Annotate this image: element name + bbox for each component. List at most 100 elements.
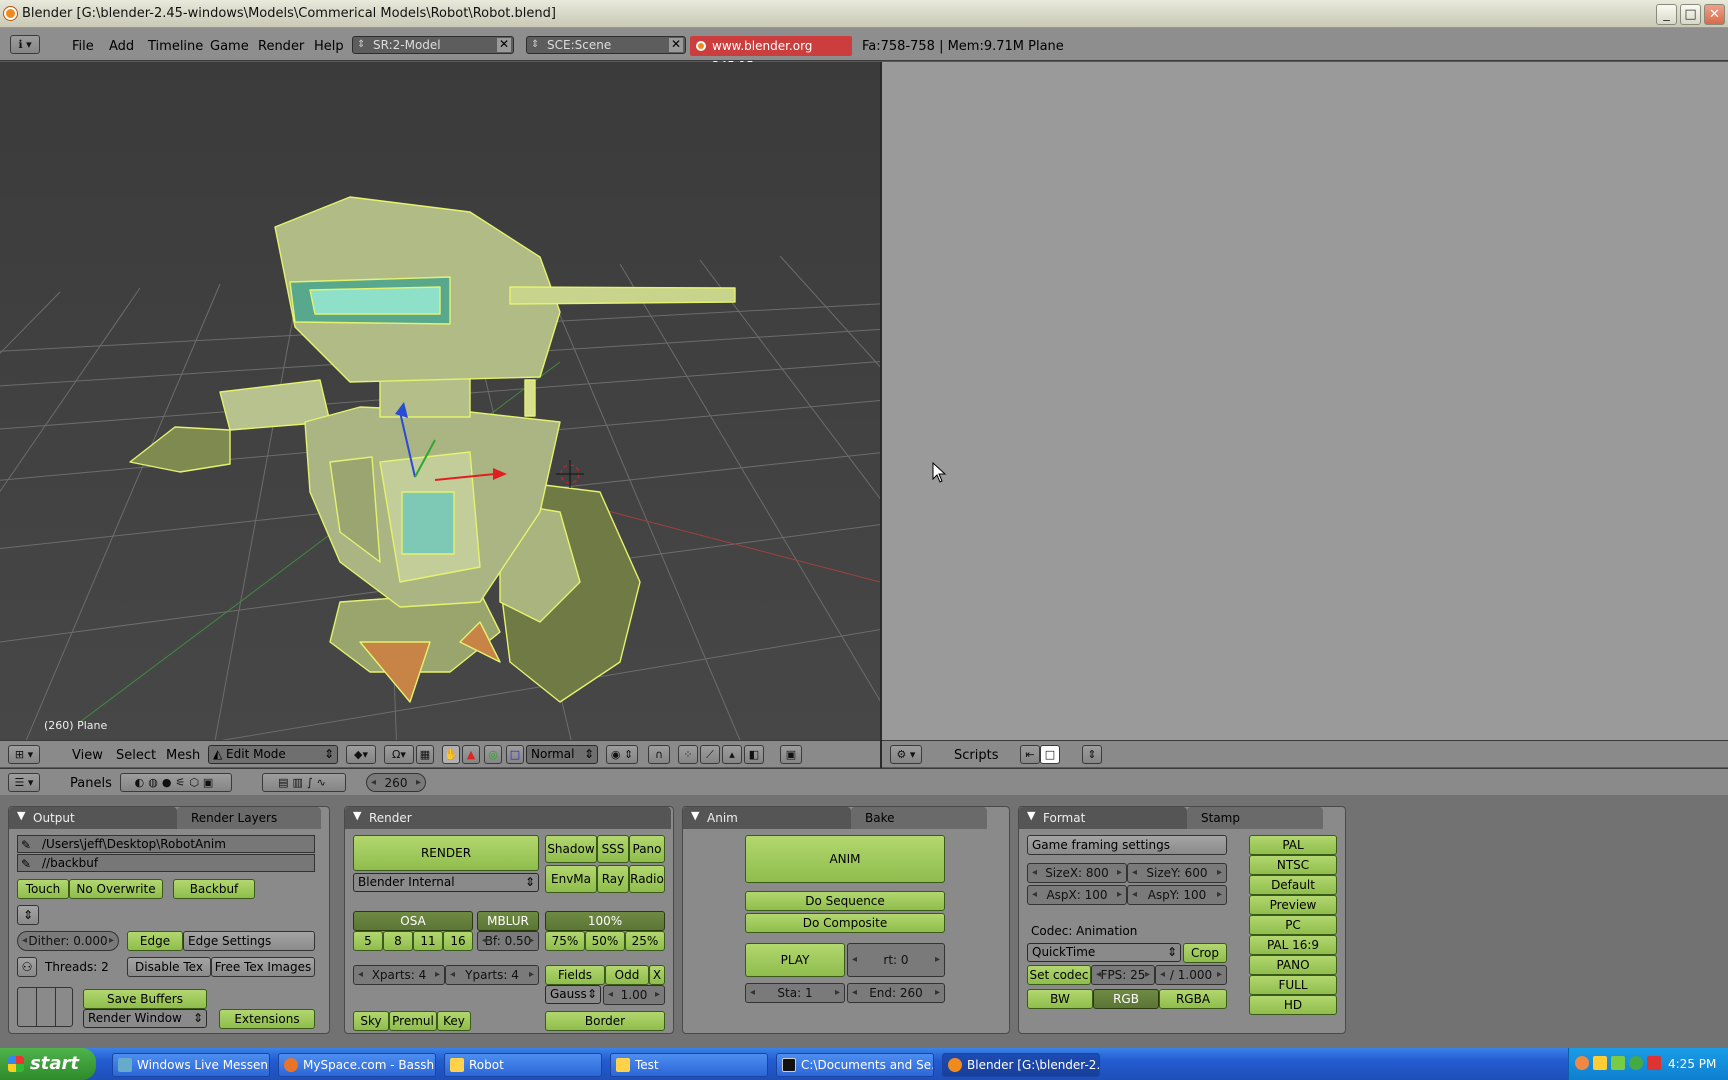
pano-toggle[interactable]: Pano	[629, 835, 665, 863]
3d-viewport[interactable]: (260) Plane	[0, 62, 880, 740]
collapse-triangle-icon[interactable]: ▼	[353, 809, 361, 822]
disable-tex-button[interactable]: Disable Tex	[127, 957, 211, 977]
area-divider[interactable]	[880, 62, 882, 768]
sss-toggle[interactable]: SSS	[597, 835, 629, 863]
menu-add[interactable]: Add	[109, 39, 134, 54]
folder-icon[interactable]: ✎	[21, 856, 31, 872]
odd-toggle[interactable]: Odd	[605, 965, 649, 985]
preset-pano[interactable]: PANO	[1249, 955, 1337, 975]
tab-format[interactable]: Format	[1019, 807, 1187, 829]
rotate-icon[interactable]: ◎	[484, 745, 502, 764]
tab-anim[interactable]: Anim	[683, 807, 851, 829]
backbuf-path[interactable]: ✎ //backbuf	[17, 854, 315, 872]
close-button[interactable]: ✕	[1704, 4, 1725, 25]
save-buffers-toggle[interactable]: Save Buffers	[83, 989, 207, 1009]
preset-default[interactable]: Default	[1249, 875, 1337, 895]
file-format-select[interactable]: QuickTime ⇕	[1027, 943, 1181, 962]
editor-type-icon[interactable]: ⚙ ▾	[890, 745, 922, 764]
menu-timeline[interactable]: Timeline	[148, 39, 203, 54]
pivot-icon[interactable]: Ω▾	[384, 745, 414, 764]
tab-render[interactable]: Render	[345, 807, 671, 829]
delete-scene-icon[interactable]: ✕	[669, 38, 683, 52]
preset-pc[interactable]: PC	[1249, 915, 1337, 935]
ray-toggle[interactable]: Ray	[597, 865, 629, 893]
x-toggle[interactable]: X	[649, 965, 665, 985]
render-output-path[interactable]: ✎ /Users\jeff\Desktop\RobotAnim	[17, 835, 315, 853]
menu-help[interactable]: Help	[314, 39, 344, 54]
blender-url-link[interactable]: www.blender.org 245.15	[690, 36, 852, 73]
radio-toggle[interactable]: Radio	[629, 865, 665, 893]
scale-icon[interactable]: □	[506, 745, 524, 764]
osa-8[interactable]: 8	[383, 931, 413, 951]
draw-type-icon[interactable]: ◆▾	[346, 745, 376, 764]
sizex-field[interactable]: SizeX: 800	[1027, 863, 1127, 883]
extensions-toggle[interactable]: Extensions	[219, 1009, 315, 1029]
maximize-button[interactable]: □	[1680, 4, 1701, 25]
aspx-field[interactable]: AspX: 100	[1027, 885, 1127, 905]
render-button[interactable]: RENDER	[353, 835, 539, 871]
tab-bake[interactable]: Bake	[851, 807, 987, 829]
edge-settings-button[interactable]: Edge Settings	[183, 931, 315, 951]
edge-select-icon[interactable]: ⟋	[700, 745, 720, 764]
sky-toggle[interactable]: Sky	[353, 1011, 389, 1031]
screen-select[interactable]: ⇕ SR:2-Model ✕	[352, 36, 514, 54]
editor-type-icon[interactable]: ⊞ ▾	[8, 745, 40, 764]
info-icon[interactable]: ℹ ▾	[10, 35, 40, 54]
filter-size-field[interactable]: 1.00	[603, 985, 665, 1005]
preset-full[interactable]: FULL	[1249, 975, 1337, 995]
task-myspace[interactable]: MySpace.com - Bassh...	[278, 1053, 436, 1077]
do-sequence-toggle[interactable]: Do Sequence	[745, 891, 945, 911]
pct75-toggle[interactable]: 75%	[545, 931, 585, 951]
delete-screen-icon[interactable]: ✕	[497, 38, 511, 52]
anim-button[interactable]: ANIM	[745, 835, 945, 883]
premul-toggle[interactable]: Premul	[389, 1011, 437, 1031]
pct25-toggle[interactable]: 25%	[625, 931, 665, 951]
manipulator-hand-icon[interactable]: ✋	[442, 745, 460, 764]
editor-type-icon[interactable]: ☰ ▾	[8, 773, 40, 792]
frame-counter[interactable]: 260	[366, 773, 426, 792]
face-select-icon[interactable]: ▴	[722, 745, 742, 764]
fps-field[interactable]: FPS: 25	[1091, 965, 1155, 985]
task-test-folder[interactable]: Test	[610, 1053, 768, 1077]
tab-output[interactable]: Output	[9, 807, 177, 829]
context-tabs[interactable]: ◐◍●⚟⬡▣	[120, 773, 232, 792]
osa-16[interactable]: 16	[443, 931, 473, 951]
free-tex-images-button[interactable]: Free Tex Images	[211, 957, 315, 977]
menu-game[interactable]: Game	[210, 39, 249, 54]
render-subtabs[interactable]: ▤▥∫∿	[262, 773, 346, 792]
panels-menu[interactable]: Panels	[70, 776, 112, 791]
rgb-toggle[interactable]: RGB	[1093, 989, 1159, 1009]
no-overwrite-toggle[interactable]: No Overwrite	[69, 879, 163, 899]
crop-toggle[interactable]: Crop	[1183, 943, 1227, 963]
fps-base-field[interactable]: / 1.000	[1155, 965, 1227, 985]
aspy-field[interactable]: AspY: 100	[1127, 885, 1227, 905]
osa-11[interactable]: 11	[413, 931, 443, 951]
script-window-icon[interactable]: □	[1040, 745, 1060, 764]
tab-stamp[interactable]: Stamp	[1187, 807, 1323, 829]
key-toggle[interactable]: Key	[437, 1011, 471, 1031]
mblur-toggle[interactable]: MBLUR	[477, 911, 539, 931]
yparts-field[interactable]: Yparts: 4	[445, 965, 539, 985]
menu-select[interactable]: Select	[116, 748, 156, 763]
end-frame-field[interactable]: End: 260	[847, 983, 945, 1003]
pct50-toggle[interactable]: 50%	[585, 931, 625, 951]
set-codec-button[interactable]: Set codec	[1027, 965, 1091, 985]
preset-hd[interactable]: HD	[1249, 995, 1337, 1015]
backbuf-toggle[interactable]: Backbuf	[173, 879, 255, 899]
menu-render[interactable]: Render	[258, 39, 304, 54]
scene-select[interactable]: ⇕ SCE:Scene ✕	[526, 36, 686, 54]
threads-toggle-icon[interactable]: ⚇	[17, 957, 37, 977]
collapse-triangle-icon[interactable]: ▼	[1027, 809, 1035, 822]
messenger-tray-icon[interactable]	[1629, 1056, 1643, 1070]
menu-mesh[interactable]: Mesh	[166, 748, 200, 763]
pct100-toggle[interactable]: 100%	[545, 911, 665, 931]
vertex-select-icon[interactable]: ⁘	[678, 745, 698, 764]
scripts-window[interactable]	[882, 62, 1728, 740]
security-shield-icon[interactable]	[1593, 1056, 1607, 1070]
render-layout-grid-icon[interactable]	[17, 987, 73, 1027]
play-button[interactable]: PLAY	[745, 943, 845, 977]
bw-toggle[interactable]: BW	[1027, 989, 1093, 1009]
osa-toggle[interactable]: OSA	[353, 911, 473, 931]
collapse-triangle-icon[interactable]: ▼	[17, 809, 25, 822]
render-engine-select[interactable]: Blender Internal ⇕	[353, 873, 539, 892]
